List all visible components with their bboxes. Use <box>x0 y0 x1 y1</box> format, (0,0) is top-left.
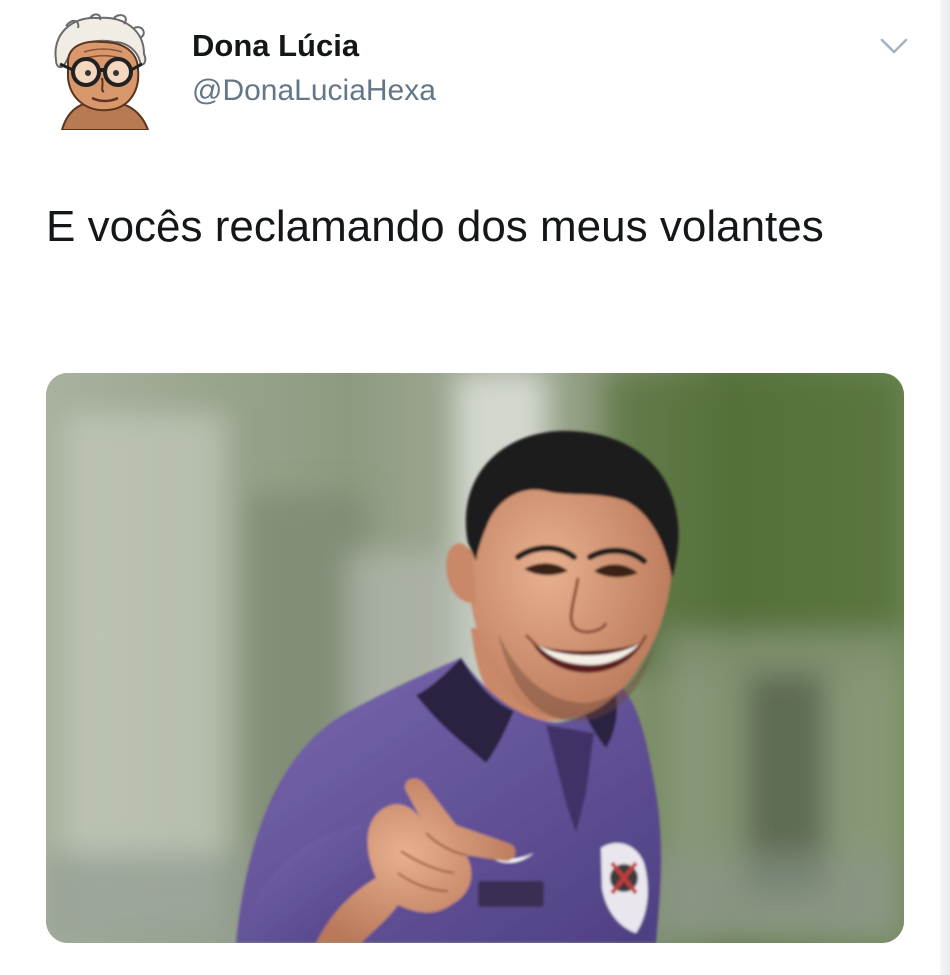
chevron-down-icon <box>880 38 908 54</box>
author-avatar[interactable] <box>44 12 162 131</box>
cartoon-elderly-woman-avatar-icon <box>54 13 150 131</box>
tweet-card: Dona Lúcia @DonaLuciaHexa E vocês reclam… <box>0 0 940 975</box>
tweet-menu-button[interactable] <box>874 28 914 64</box>
tweet-media-photo[interactable] <box>46 373 904 943</box>
author-display-name[interactable]: Dona Lúcia <box>192 26 436 66</box>
man-pointing-photo <box>46 373 904 943</box>
author-info[interactable]: Dona Lúcia @DonaLuciaHexa <box>192 26 436 110</box>
tweet-text: E vocês reclamando dos meus volantes <box>46 202 824 251</box>
scrollbar-track[interactable] <box>940 0 950 975</box>
author-handle[interactable]: @DonaLuciaHexa <box>192 72 436 110</box>
